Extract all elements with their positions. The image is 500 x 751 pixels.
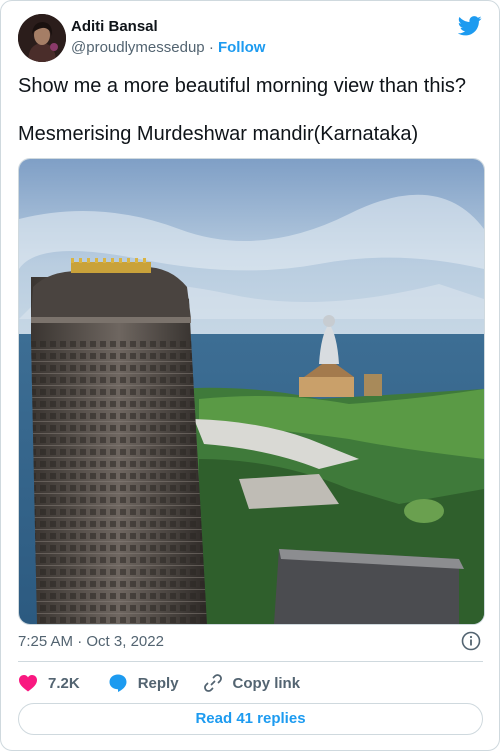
copy-link-button[interactable]: Copy link — [203, 673, 301, 693]
follow-button[interactable]: Follow — [218, 39, 266, 56]
copy-link-label: Copy link — [232, 674, 301, 692]
divider — [18, 661, 483, 662]
tweet-text: Show me a more beautiful morning view th… — [18, 74, 466, 146]
tweet-text-line-2: Mesmerising Murdeshwar mandir(Karnataka) — [18, 123, 419, 145]
reply-bubble-icon — [109, 674, 127, 692]
avatar[interactable] — [18, 14, 66, 62]
reply-button[interactable]: Reply — [108, 673, 179, 693]
twitter-bird-icon[interactable] — [457, 16, 482, 41]
timestamp-separator: · — [77, 633, 83, 650]
tweet-time: 7:25 AM — [18, 633, 74, 650]
like-count: 7.2K — [48, 674, 80, 692]
tweet-text-line-1: Show me a more beautiful morning view th… — [18, 75, 467, 97]
tweet-timestamp[interactable]: 7:25 AM · Oct 3, 2022 — [18, 633, 164, 650]
author-name[interactable]: Aditi Bansal — [71, 18, 158, 35]
read-replies-button[interactable]: Read 41 replies — [18, 703, 483, 735]
info-icon[interactable] — [461, 631, 481, 656]
tweet-card: Aditi Bansal @proudlymessedup · Follow S… — [0, 0, 500, 751]
author-handle-row: @proudlymessedup · Follow — [71, 39, 265, 56]
like-button[interactable]: 7.2K — [18, 674, 80, 692]
tweet-photo[interactable] — [18, 158, 485, 625]
author-handle[interactable]: @proudlymessedup — [71, 39, 205, 56]
reply-label: Reply — [137, 674, 179, 692]
tweet-date: Oct 3, 2022 — [86, 633, 164, 650]
handle-separator: · — [208, 39, 214, 56]
action-bar: 7.2K Reply Copy link — [18, 673, 300, 693]
link-icon — [203, 674, 222, 692]
heart-icon — [19, 675, 37, 692]
